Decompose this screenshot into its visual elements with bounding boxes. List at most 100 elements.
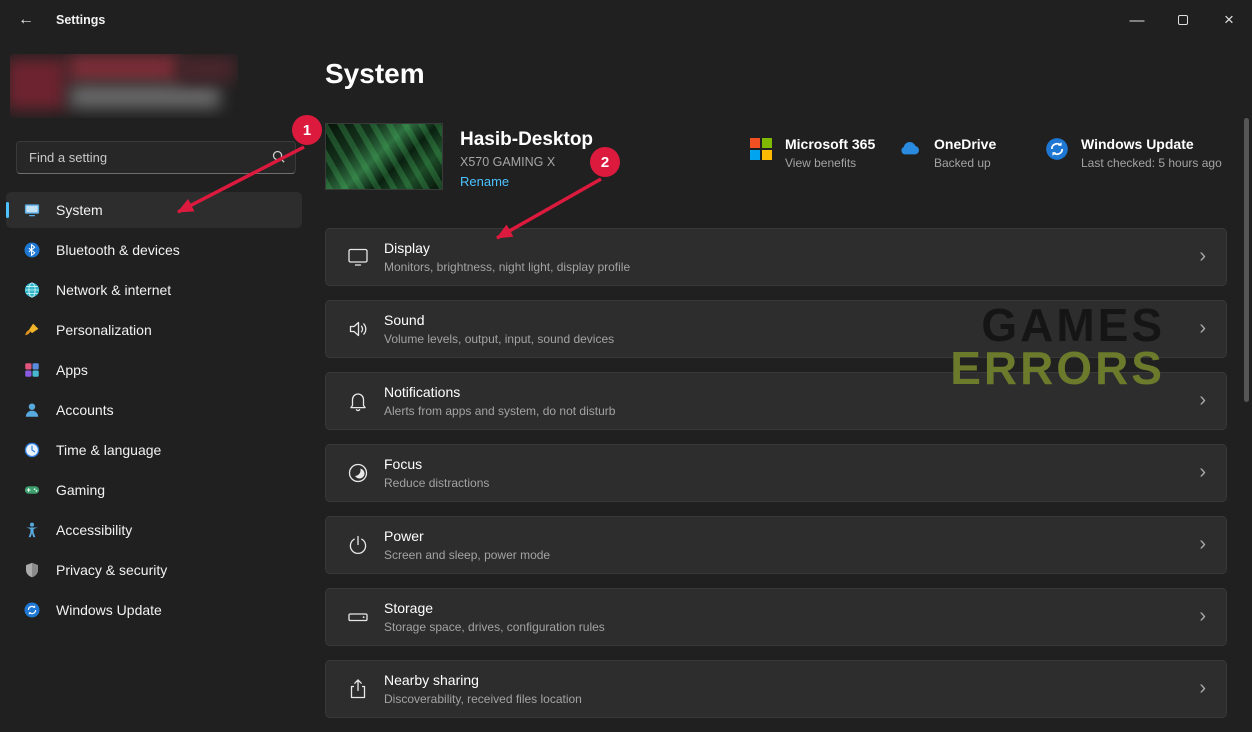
chevron-right-icon: › bbox=[1199, 678, 1206, 698]
row-title: Notifications bbox=[384, 384, 615, 400]
row-subtitle: Alerts from apps and system, do not dist… bbox=[384, 404, 615, 418]
display-icon bbox=[346, 245, 370, 269]
sidebar-item-gaming[interactable]: Gaming bbox=[6, 472, 302, 508]
annotation-badge-2: 2 bbox=[590, 147, 620, 177]
device-model: X570 GAMING X bbox=[460, 155, 593, 169]
windows-update-card[interactable]: Windows Update Last checked: 5 hours ago bbox=[1044, 136, 1222, 170]
chevron-right-icon: › bbox=[1199, 534, 1206, 554]
sidebar-item-accounts[interactable]: Accounts bbox=[6, 392, 302, 428]
row-title: Power bbox=[384, 528, 550, 544]
maximize-icon bbox=[1178, 15, 1188, 25]
card-subtitle: View benefits bbox=[785, 156, 875, 170]
row-title: Nearby sharing bbox=[384, 672, 582, 688]
search-box bbox=[16, 141, 296, 174]
focus-icon bbox=[346, 461, 370, 485]
sidebar-item-time-language[interactable]: Time & language bbox=[6, 432, 302, 468]
search-input[interactable] bbox=[16, 141, 296, 174]
apps-icon bbox=[23, 361, 41, 379]
minimize-button[interactable]: — bbox=[1114, 0, 1160, 40]
sidebar-item-label: Privacy & security bbox=[56, 562, 167, 578]
window-controls: — × bbox=[1114, 0, 1252, 40]
rename-link[interactable]: Rename bbox=[460, 174, 509, 189]
back-button[interactable]: ← bbox=[6, 2, 46, 38]
time-language-icon bbox=[23, 441, 41, 459]
row-subtitle: Volume levels, output, input, sound devi… bbox=[384, 332, 614, 346]
sidebar-item-label: Bluetooth & devices bbox=[56, 242, 180, 258]
card-title: OneDrive bbox=[934, 136, 996, 152]
power-icon bbox=[346, 533, 370, 557]
row-title: Storage bbox=[384, 600, 605, 616]
card-subtitle: Last checked: 5 hours ago bbox=[1081, 156, 1222, 170]
nearby-sharing-icon bbox=[346, 677, 370, 701]
privacy-security-icon bbox=[23, 561, 41, 579]
settings-window: ← Settings — × bbox=[0, 0, 1252, 711]
windows-update-icon bbox=[23, 601, 41, 619]
sidebar-item-label: Accounts bbox=[56, 402, 114, 418]
sidebar-item-label: Network & internet bbox=[56, 282, 171, 298]
settings-row-power[interactable]: Power Screen and sleep, power mode › bbox=[325, 516, 1227, 574]
onedrive-card[interactable]: OneDrive Backed up bbox=[897, 136, 996, 170]
main-content: System Hasib-Desktop X570 GAMING X Renam… bbox=[325, 0, 1227, 711]
device-info: Hasib-Desktop X570 GAMING X Rename bbox=[460, 129, 593, 191]
close-icon: × bbox=[1224, 10, 1234, 30]
microsoft-365-icon bbox=[748, 136, 774, 162]
windows-update-icon bbox=[1044, 136, 1070, 162]
search-icon[interactable] bbox=[271, 149, 286, 169]
row-title: Display bbox=[384, 240, 630, 256]
onedrive-icon bbox=[897, 136, 923, 162]
settings-row-notifications[interactable]: Notifications Alerts from apps and syste… bbox=[325, 372, 1227, 430]
sidebar-item-windows-update[interactable]: Windows Update bbox=[6, 592, 302, 628]
accessibility-icon bbox=[23, 521, 41, 539]
settings-row-storage[interactable]: Storage Storage space, drives, configura… bbox=[325, 588, 1227, 646]
sidebar-item-label: System bbox=[56, 202, 103, 218]
maximize-button[interactable] bbox=[1160, 0, 1206, 40]
network-icon bbox=[23, 281, 41, 299]
sidebar-item-system[interactable]: System bbox=[6, 192, 302, 228]
gaming-icon bbox=[23, 481, 41, 499]
titlebar: ← Settings — × bbox=[0, 0, 1252, 40]
sidebar-item-label: Apps bbox=[56, 362, 88, 378]
vertical-scrollbar[interactable] bbox=[1244, 118, 1249, 402]
sidebar-item-label: Personalization bbox=[56, 322, 152, 338]
sidebar: System Bluetooth & devices Network & int… bbox=[0, 40, 310, 711]
sidebar-item-personalization[interactable]: Personalization bbox=[6, 312, 302, 348]
close-button[interactable]: × bbox=[1206, 0, 1252, 40]
user-avatar[interactable] bbox=[10, 54, 238, 118]
chevron-right-icon: › bbox=[1199, 246, 1206, 266]
settings-row-sound[interactable]: Sound Volume levels, output, input, soun… bbox=[325, 300, 1227, 358]
sidebar-item-apps[interactable]: Apps bbox=[6, 352, 302, 388]
row-subtitle: Reduce distractions bbox=[384, 476, 489, 490]
settings-row-focus[interactable]: Focus Reduce distractions › bbox=[325, 444, 1227, 502]
sidebar-item-privacy-security[interactable]: Privacy & security bbox=[6, 552, 302, 588]
minimize-icon: — bbox=[1130, 12, 1145, 29]
notifications-icon bbox=[346, 389, 370, 413]
system-icon bbox=[23, 201, 41, 219]
row-title: Sound bbox=[384, 312, 614, 328]
sound-icon bbox=[346, 317, 370, 341]
bluetooth-icon bbox=[23, 241, 41, 259]
row-subtitle: Discoverability, received files location bbox=[384, 692, 582, 706]
device-header: Hasib-Desktop X570 GAMING X Rename Micro… bbox=[325, 123, 1227, 193]
chevron-right-icon: › bbox=[1199, 318, 1206, 338]
card-title: Microsoft 365 bbox=[785, 136, 875, 152]
chevron-right-icon: › bbox=[1199, 606, 1206, 626]
personalization-icon bbox=[23, 321, 41, 339]
settings-list: Display Monitors, brightness, night ligh… bbox=[325, 228, 1227, 732]
settings-row-nearby-sharing[interactable]: Nearby sharing Discoverability, received… bbox=[325, 660, 1227, 718]
sidebar-item-accessibility[interactable]: Accessibility bbox=[6, 512, 302, 548]
card-subtitle: Backed up bbox=[934, 156, 996, 170]
annotation-badge-1: 1 bbox=[292, 115, 322, 145]
back-arrow-icon: ← bbox=[18, 11, 34, 29]
sidebar-nav: System Bluetooth & devices Network & int… bbox=[6, 192, 302, 632]
row-subtitle: Monitors, brightness, night light, displ… bbox=[384, 260, 630, 274]
desktop-wallpaper-thumbnail bbox=[325, 123, 443, 190]
microsoft-365-card[interactable]: Microsoft 365 View benefits bbox=[748, 136, 875, 170]
sidebar-item-bluetooth-devices[interactable]: Bluetooth & devices bbox=[6, 232, 302, 268]
sidebar-item-label: Windows Update bbox=[56, 602, 162, 618]
sidebar-item-network-internet[interactable]: Network & internet bbox=[6, 272, 302, 308]
sidebar-item-label: Gaming bbox=[56, 482, 105, 498]
chevron-right-icon: › bbox=[1199, 390, 1206, 410]
settings-row-display[interactable]: Display Monitors, brightness, night ligh… bbox=[325, 228, 1227, 286]
card-title: Windows Update bbox=[1081, 136, 1222, 152]
storage-icon bbox=[346, 605, 370, 629]
